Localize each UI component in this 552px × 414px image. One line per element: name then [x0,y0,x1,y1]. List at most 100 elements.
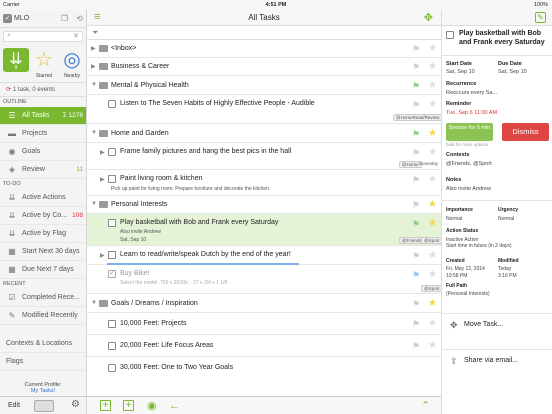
add-task-icon[interactable]: + [100,400,111,411]
task-row[interactable]: ▶ Learn to read/write/speak Dutch by the… [87,246,441,265]
folder-row[interactable]: ▶ Business & Career ⚑ ★ [87,58,441,76]
importance-value[interactable]: Normal [446,216,462,222]
gear-icon[interactable]: ⚙ [71,399,80,410]
clear-icon[interactable]: ✕ [73,32,79,40]
filter-bar[interactable]: ⏷ [87,26,441,40]
quick-starred-button[interactable]: ☆ Starred [31,48,57,79]
sidebar-item-flags[interactable]: Flags [0,353,86,371]
star-icon[interactable]: ★ [428,62,437,72]
start-date-value[interactable]: Sat, Sep 10 [446,69,475,75]
back-arrow-icon[interactable]: ← [169,400,180,412]
star-icon[interactable]: ★ [428,219,437,229]
folder-row[interactable]: ▼ Home and Garden ⚑ ★ [87,124,441,143]
task-row-completed[interactable]: ✓ Buy Bike! Select the model .700 x 20/2… [87,265,443,294]
folder-row[interactable]: ▶ <Inbox> ⚑ ★ [87,40,441,58]
star-icon[interactable]: ★ [428,341,437,351]
expand-icon[interactable]: ▶ [91,63,96,70]
edit-icon[interactable]: ✎ [535,12,546,23]
task-checkbox-checked[interactable]: ✓ [108,270,116,278]
star-icon[interactable]: ★ [428,299,437,309]
task-checkbox[interactable] [108,364,116,372]
star-icon[interactable]: ★ [428,81,437,91]
star-icon[interactable]: ★ [428,148,437,158]
star-icon[interactable]: ★ [428,319,437,329]
task-row[interactable]: 30,000 Feet: One to Two Year Goals [87,357,441,373]
share-email-button[interactable]: ⇪ Share via email... [442,349,552,371]
expand-icon[interactable]: ▶ [100,252,105,259]
task-checkbox[interactable] [108,320,116,328]
flag-icon[interactable]: ⚑ [412,130,423,139]
folder-row[interactable]: ▼ Personal Interests ⚑ ★ [87,196,441,214]
sidebar-item-active-by-flag[interactable]: ⇊ Active by Flag [0,225,86,243]
task-row-selected[interactable]: Play basketball with Bob and Frank every… [87,214,443,246]
flag-icon[interactable]: ⚑ [412,82,423,91]
filter-icon[interactable]: ⏷ [92,28,98,38]
task-checkbox[interactable] [108,219,116,227]
eye-icon[interactable]: ◉ [147,400,157,412]
task-checkbox[interactable] [108,175,116,183]
flag-icon[interactable]: ⚑ [412,271,423,280]
layout-toggle-button[interactable] [34,400,54,412]
sidebar-item-goals[interactable]: ◉ Goals [0,143,86,161]
expand-icon[interactable]: ▶ [91,45,96,52]
edit-button[interactable]: Edit [8,402,20,409]
collapse-icon[interactable]: ▼ [91,300,97,306]
quick-todo-button[interactable]: ⇊ 9 [3,48,29,79]
copy-icon[interactable]: ❐ [60,14,69,23]
sidebar-item-all-tasks[interactable]: ☰ All Tasks Σ 1278 [0,107,86,125]
task-row[interactable]: ▶ Frame family pictures and hang the bes… [87,143,441,170]
flag-icon[interactable]: ⚑ [412,252,423,261]
snooze-button[interactable]: Snooze for 5 min [446,123,493,141]
flag-icon[interactable]: ⚑ [412,149,423,158]
flag-icon[interactable]: ⚑ [412,101,423,110]
sync-icon[interactable]: ⟲ [75,14,84,23]
sidebar-item-projects[interactable]: ▬ Projects [0,125,86,143]
sidebar-search-input[interactable]: ⌕ ✕ [3,31,83,42]
star-icon[interactable]: ★ [428,175,437,185]
collapse-icon[interactable]: ▼ [91,82,97,88]
add-subtask-icon[interactable]: + [123,400,134,411]
flag-icon[interactable]: ⚑ [412,342,423,351]
expand-icon[interactable]: ▶ [100,149,105,156]
sidebar-item-review[interactable]: ◈ Review 11 [0,161,86,179]
flag-icon[interactable]: ⚑ [412,300,423,309]
dismiss-button[interactable]: Dismiss [502,123,549,141]
flag-icon[interactable]: ⚑ [412,320,423,329]
sidebar-item-active-actions[interactable]: ⇊ Active Actions [0,189,86,207]
folder-row[interactable]: ▼ Mental & Physical Health ⚑ ★ [87,76,441,95]
task-checkbox[interactable] [108,342,116,350]
notes-value[interactable]: Also invite Andrew [446,186,491,192]
task-row[interactable]: ▶ Paint living room & kitchen Pick up pa… [87,170,441,196]
task-title[interactable]: Play basketball with Bob and Frank every… [459,29,551,47]
star-icon[interactable]: ★ [428,270,437,280]
task-checkbox[interactable] [446,31,454,39]
collapse-icon[interactable]: ▼ [91,130,97,136]
flag-icon[interactable]: ⚑ [412,201,423,210]
recurrence-value[interactable]: Reoccurs every Sa... [446,90,497,96]
chevron-up-icon[interactable]: ⌃ [421,400,430,412]
task-row[interactable]: 20,000 Feet: Life Focus Areas ⚑ ★ [87,335,441,357]
star-icon[interactable]: ★ [428,251,437,261]
task-checkbox[interactable] [108,100,116,108]
star-icon[interactable]: ★ [428,129,437,139]
task-row[interactable]: Listen to The Seven Habits of Highly Eff… [87,95,443,124]
contexts-value[interactable]: @Friends, @Sport [446,161,492,167]
sidebar-item-modified-recently[interactable]: ✎ Modified Recently [0,307,86,325]
task-row[interactable]: 10,000 Feet: Projects ⚑ ★ [87,313,441,335]
task-summary[interactable]: ⟳ 1 task, 0 events [0,83,86,97]
star-icon[interactable]: ★ [428,100,437,110]
sidebar-item-active-by-context[interactable]: ⇊ Active by Co... 108 [0,207,86,225]
task-checkbox[interactable] [108,148,116,156]
sidebar-item-completed-recently[interactable]: ☑ Completed Rece... [0,289,86,307]
task-checkbox[interactable] [108,251,116,259]
flag-icon[interactable]: ⚑ [412,220,423,229]
star-icon[interactable]: ★ [428,200,437,210]
move-task-button[interactable]: ✥ Move Task... [442,313,552,335]
profile-link[interactable]: My Tasks! [0,388,86,394]
star-icon[interactable]: ★ [428,44,437,54]
sidebar-item-start-next-30[interactable]: ▦ Start Next 30 days [0,243,86,261]
flag-icon[interactable]: ⚑ [412,45,423,54]
move-arrows-icon[interactable]: ✥ [424,11,433,24]
flag-icon[interactable]: ⚑ [412,63,423,72]
urgency-value[interactable]: Normal [498,216,514,222]
